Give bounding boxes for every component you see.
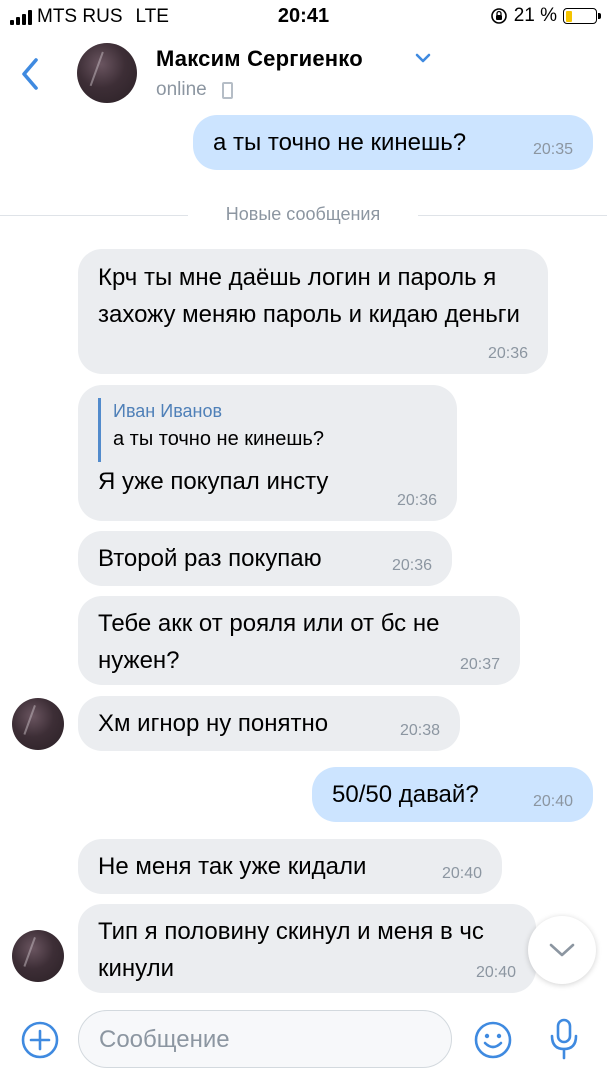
reply-text: а ты точно не кинешь?: [113, 428, 324, 450]
message-input-placeholder: Сообщение: [99, 1026, 230, 1053]
battery-icon: [563, 8, 601, 24]
message-text: Крч ты мне даёшь логин и пароль я захожу…: [98, 264, 520, 328]
message-time: 20:36: [487, 345, 528, 362]
smile-icon[interactable]: [473, 1020, 513, 1060]
rotation-lock-icon: [490, 8, 507, 24]
chevron-down-icon: [549, 943, 575, 957]
message-time: 20:40: [475, 964, 516, 981]
message-bubble-incoming[interactable]: Не меня так уже кидали 20:40: [78, 839, 502, 894]
message-time: 20:36: [391, 557, 432, 574]
quoted-reply[interactable]: Иван Иванов а ты точно не кинешь?: [98, 398, 324, 462]
message-time: 20:38: [399, 722, 440, 739]
message-time: 20:36: [396, 492, 437, 509]
message-bubble-incoming[interactable]: Второй раз покупаю 20:36: [78, 531, 452, 586]
message-text: Тебе акк от рояля или от бс не нужен?: [98, 610, 440, 674]
message-text: Я уже покупал инсту: [98, 468, 329, 495]
message-bubble-incoming[interactable]: Тебе акк от рояля или от бс не нужен? 20…: [78, 596, 520, 685]
mobile-phone-icon: [222, 82, 233, 99]
message-text: Тип я половину скинул и меня в чс кинули: [98, 918, 484, 982]
microphone-icon[interactable]: [548, 1017, 580, 1061]
sender-avatar[interactable]: [12, 698, 64, 750]
message-bubble-incoming[interactable]: Хм игнор ну понятно 20:38: [78, 696, 460, 751]
presence-status: online: [156, 79, 207, 100]
chevron-left-icon[interactable]: [16, 54, 44, 94]
message-bubble-incoming[interactable]: Тип я половину скинул и меня в чс кинули…: [78, 904, 536, 993]
chat-header: Максим Сергиенко online: [0, 34, 607, 116]
sender-avatar[interactable]: [12, 930, 64, 982]
message-bubble-incoming[interactable]: Крч ты мне даёшь логин и пароль я захожу…: [78, 249, 548, 374]
new-messages-label: Новые сообщения: [225, 204, 381, 224]
plus-circle-icon[interactable]: [20, 1020, 60, 1060]
scroll-to-bottom-button[interactable]: [528, 916, 596, 984]
message-composer: Сообщение: [0, 1000, 607, 1080]
chevron-down-icon[interactable]: [414, 52, 432, 64]
battery-percent: 21 %: [513, 5, 557, 26]
message-time: 20:37: [459, 656, 500, 673]
message-time: 20:40: [441, 865, 482, 882]
contact-avatar[interactable]: [77, 43, 137, 103]
message-time: 20:35: [532, 141, 573, 158]
message-input[interactable]: Сообщение: [78, 1010, 452, 1068]
message-bubble-outgoing[interactable]: 50/50 давай? 20:40: [312, 767, 593, 822]
status-bar: MTS RUS LTE 20:41 21 %: [0, 0, 607, 34]
contact-name[interactable]: Максим Сергиенко: [156, 46, 363, 72]
message-bubble-outgoing[interactable]: а ты точно не кинешь? 20:35: [193, 115, 593, 170]
message-time: 20:40: [532, 793, 573, 810]
status-right: 21 %: [490, 5, 601, 27]
reply-author: Иван Иванов: [113, 401, 223, 421]
